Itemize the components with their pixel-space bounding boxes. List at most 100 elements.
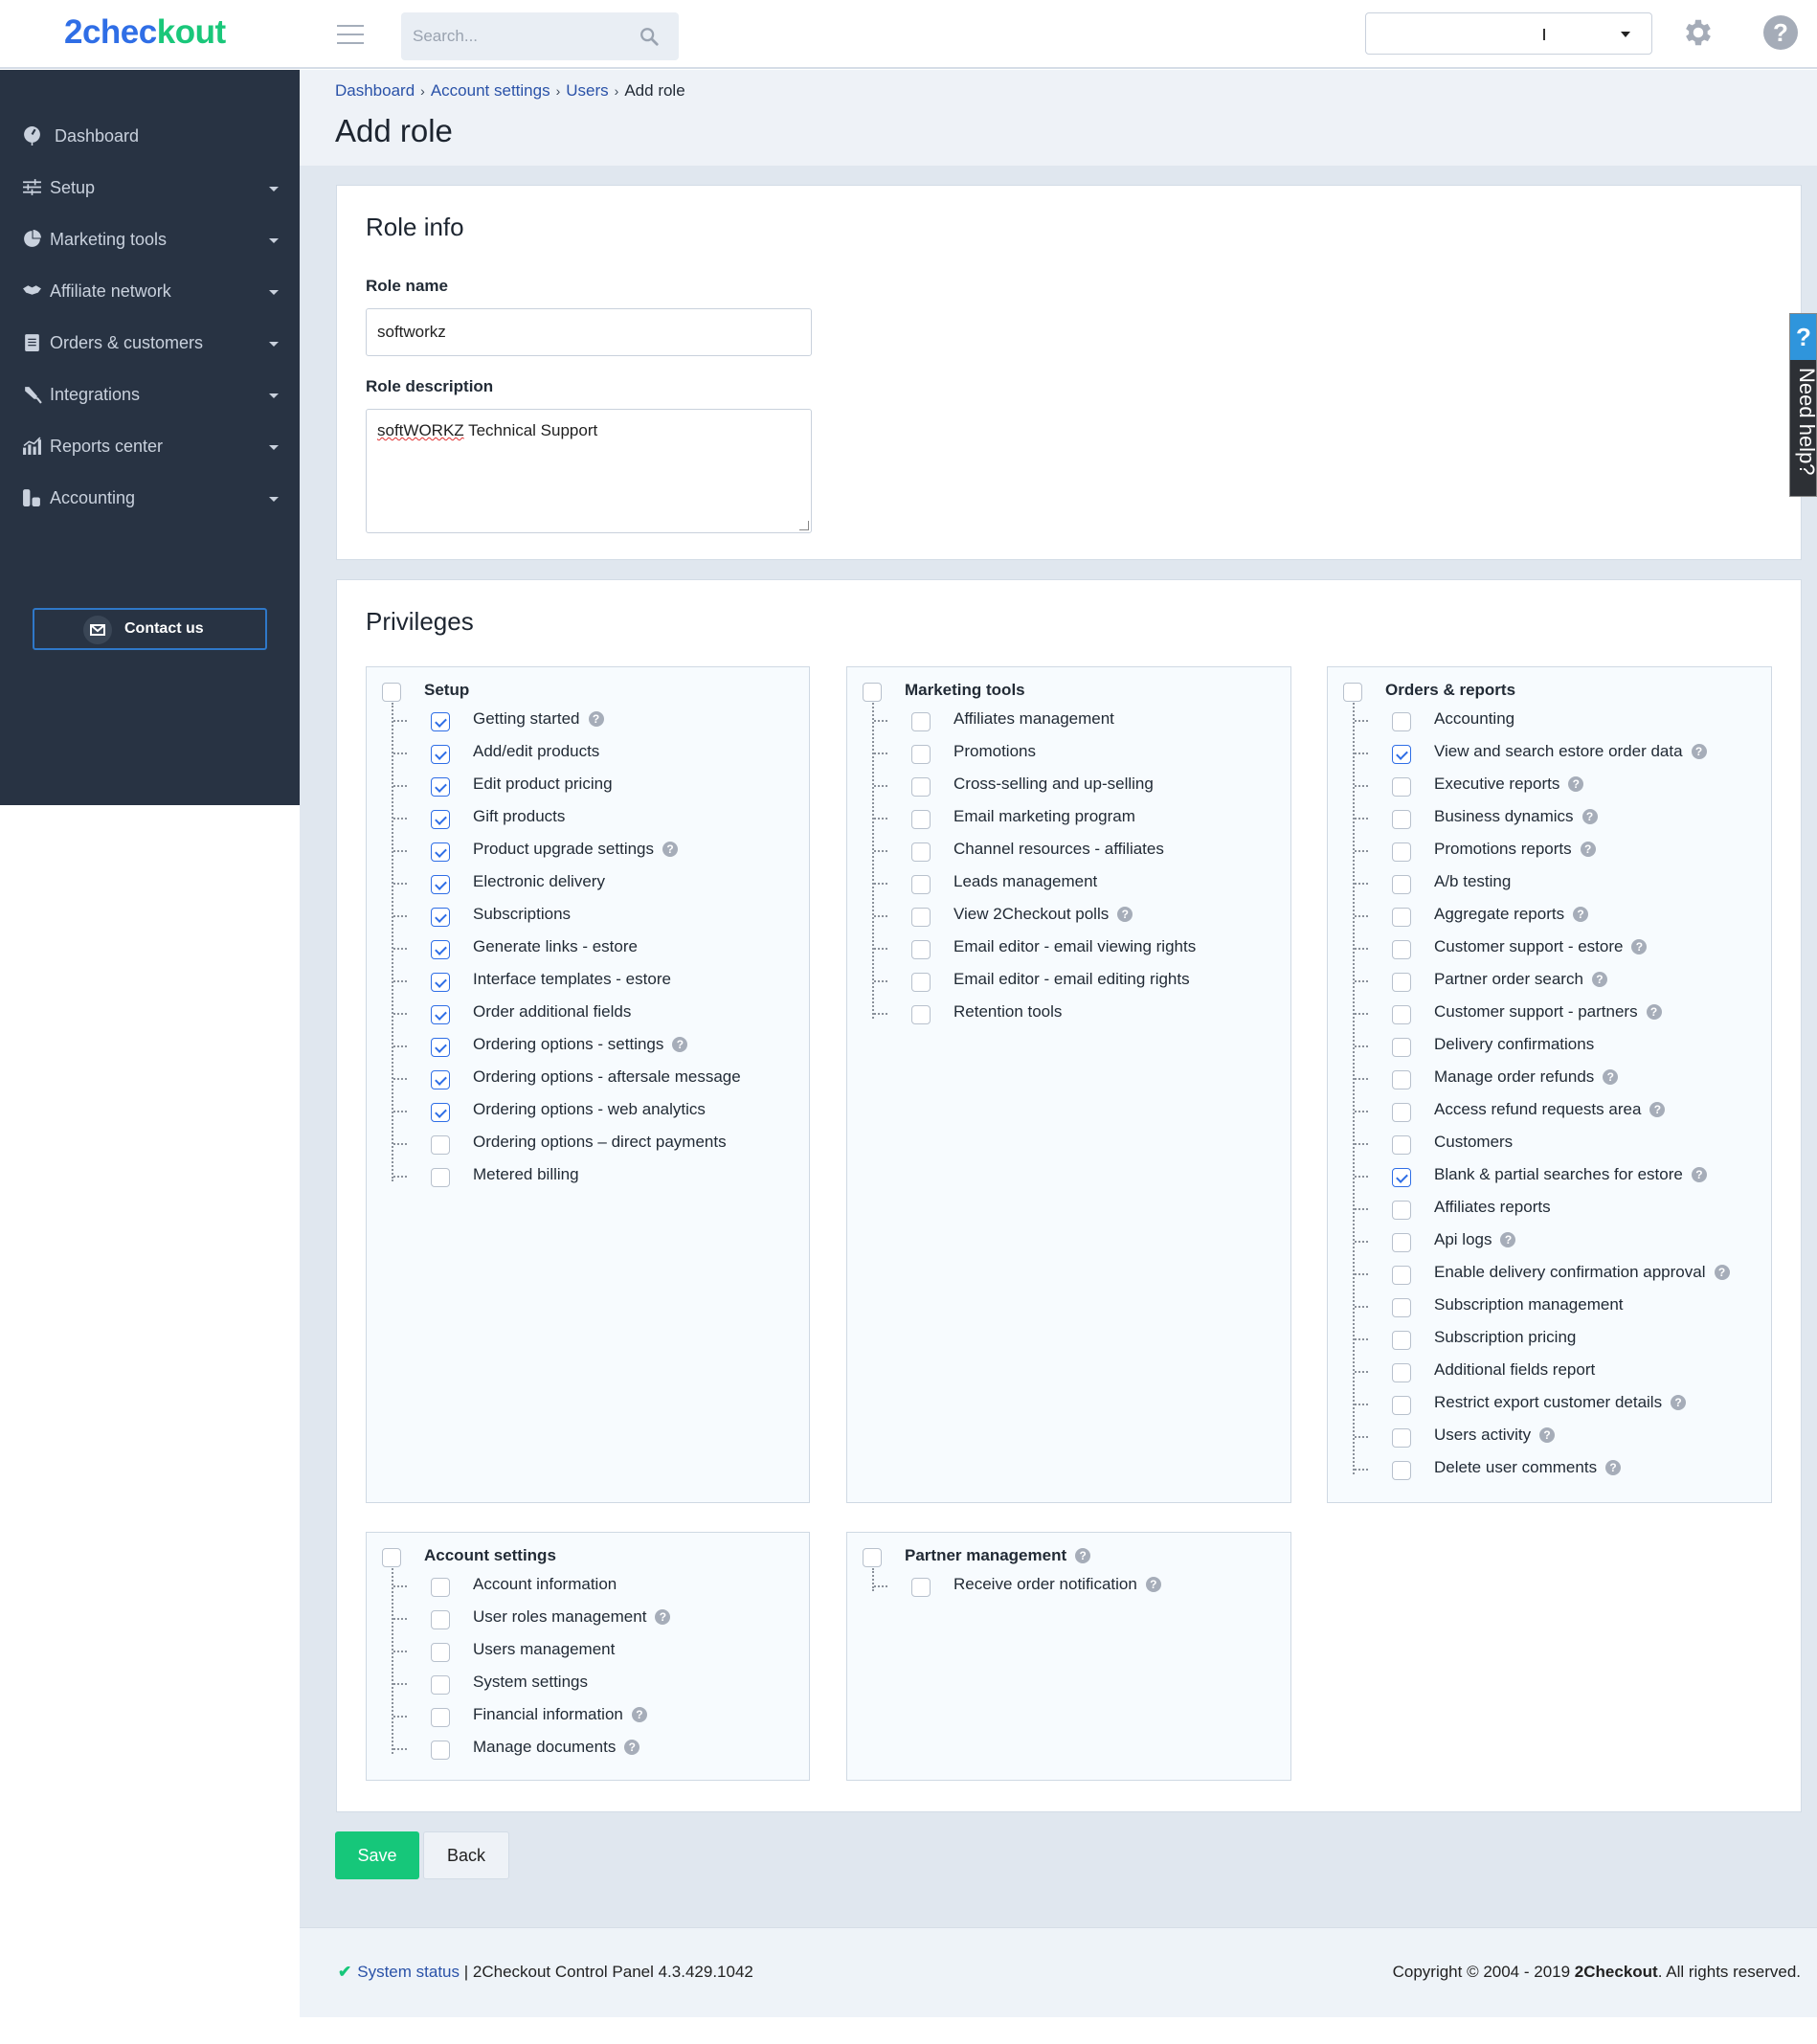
- search-input[interactable]: [401, 12, 621, 60]
- privilege-label[interactable]: Accounting: [1434, 709, 1514, 729]
- privilege-checkbox[interactable]: [1392, 842, 1411, 862]
- sidebar-item-marketing-tools[interactable]: Marketing tools: [0, 215, 300, 263]
- privilege-checkbox[interactable]: [1392, 1461, 1411, 1480]
- privilege-label[interactable]: Subscription pricing: [1434, 1328, 1576, 1347]
- privilege-checkbox[interactable]: [1392, 1070, 1411, 1089]
- privilege-label[interactable]: Promotions reports?: [1434, 840, 1596, 859]
- help-icon[interactable]: ?: [1117, 907, 1133, 922]
- privilege-checkbox[interactable]: [1392, 810, 1411, 829]
- privilege-checkbox[interactable]: [431, 1103, 450, 1122]
- privilege-label[interactable]: Affiliates management: [953, 709, 1114, 729]
- privilege-checkbox[interactable]: [1392, 1298, 1411, 1317]
- group-title[interactable]: Orders & reports: [1385, 681, 1515, 700]
- privilege-label[interactable]: A/b testing: [1434, 872, 1511, 891]
- privilege-label[interactable]: Cross-selling and up-selling: [953, 775, 1154, 794]
- help-icon[interactable]: ?: [624, 1740, 640, 1755]
- privilege-label[interactable]: Generate links - estore: [473, 937, 638, 956]
- privilege-checkbox[interactable]: [1392, 777, 1411, 797]
- privilege-label[interactable]: Users management: [473, 1640, 615, 1659]
- help-icon[interactable]: ?: [1691, 744, 1707, 759]
- privilege-checkbox[interactable]: [1392, 1201, 1411, 1220]
- privilege-checkbox[interactable]: [1392, 1428, 1411, 1448]
- privilege-checkbox[interactable]: [431, 712, 450, 731]
- privilege-label[interactable]: Aggregate reports?: [1434, 905, 1589, 924]
- privilege-label[interactable]: Delivery confirmations: [1434, 1035, 1594, 1054]
- privilege-label[interactable]: Ordering options – direct payments: [473, 1133, 727, 1152]
- privilege-checkbox[interactable]: [431, 940, 450, 959]
- help-icon[interactable]: ?: [1605, 1460, 1622, 1475]
- privilege-label[interactable]: Promotions: [953, 742, 1036, 761]
- privilege-label[interactable]: System settings: [473, 1673, 588, 1692]
- help-icon[interactable]: ?: [1649, 1102, 1666, 1117]
- privilege-checkbox[interactable]: [431, 1135, 450, 1155]
- privilege-label[interactable]: Metered billing: [473, 1165, 579, 1184]
- sidebar-item-integrations[interactable]: Integrations: [0, 371, 300, 418]
- breadcrumb-users[interactable]: Users: [566, 81, 608, 100]
- contact-us-button[interactable]: Contact us: [33, 608, 267, 650]
- privilege-label[interactable]: Email editor - email editing rights: [953, 970, 1190, 989]
- privilege-checkbox[interactable]: [911, 1578, 931, 1597]
- privilege-checkbox[interactable]: [1392, 875, 1411, 894]
- privilege-label[interactable]: Manage order refunds?: [1434, 1067, 1619, 1087]
- group-title[interactable]: Marketing tools: [905, 681, 1025, 700]
- privilege-checkbox[interactable]: [1392, 1396, 1411, 1415]
- breadcrumb-account-settings[interactable]: Account settings: [431, 81, 550, 100]
- sidebar-item-reports-center[interactable]: Reports center: [0, 422, 300, 470]
- privilege-label[interactable]: Email editor - email viewing rights: [953, 937, 1196, 956]
- privilege-label[interactable]: Order additional fields: [473, 1002, 631, 1022]
- help-icon[interactable]: ?: [672, 1037, 688, 1052]
- privilege-label[interactable]: View 2Checkout polls?: [953, 905, 1133, 924]
- privilege-checkbox[interactable]: [911, 712, 931, 731]
- privilege-checkbox[interactable]: [911, 908, 931, 927]
- help-icon[interactable]: ?: [1603, 1069, 1619, 1085]
- privilege-checkbox[interactable]: [431, 1708, 450, 1727]
- group-checkbox[interactable]: [382, 1548, 401, 1567]
- privilege-label[interactable]: Product upgrade settings?: [473, 840, 679, 859]
- privilege-checkbox[interactable]: [1392, 908, 1411, 927]
- need-help-tab[interactable]: ? Need help?: [1789, 313, 1817, 497]
- privilege-label[interactable]: Customer support - partners?: [1434, 1002, 1662, 1022]
- group-title[interactable]: Account settings: [424, 1546, 556, 1565]
- privilege-label[interactable]: Blank & partial searches for estore?: [1434, 1165, 1707, 1184]
- help-icon[interactable]: ?: [1580, 842, 1596, 857]
- sidebar-item-affiliate-network[interactable]: Affiliate network: [0, 267, 300, 315]
- privilege-label[interactable]: Electronic delivery: [473, 872, 605, 891]
- privilege-checkbox[interactable]: [1392, 1038, 1411, 1057]
- privilege-checkbox[interactable]: [1392, 940, 1411, 959]
- help-icon[interactable]: ?: [1573, 907, 1589, 922]
- privilege-checkbox[interactable]: [1392, 1233, 1411, 1252]
- search-icon[interactable]: [639, 26, 660, 47]
- privilege-checkbox[interactable]: [1392, 1005, 1411, 1024]
- privilege-label[interactable]: Getting started?: [473, 709, 604, 729]
- privilege-label[interactable]: Api logs?: [1434, 1230, 1516, 1249]
- help-icon[interactable]: ?: [1671, 1395, 1687, 1410]
- privilege-label[interactable]: Retention tools: [953, 1002, 1062, 1022]
- sidebar-item-setup[interactable]: Setup: [0, 164, 300, 212]
- privilege-checkbox[interactable]: [431, 1578, 450, 1597]
- privilege-label[interactable]: Ordering options - aftersale message: [473, 1067, 741, 1087]
- privilege-label[interactable]: Subscription management: [1434, 1295, 1624, 1314]
- privilege-label[interactable]: Email marketing program: [953, 807, 1135, 826]
- privilege-checkbox[interactable]: [431, 777, 450, 797]
- sidebar-item-orders-customers[interactable]: Orders & customers: [0, 319, 300, 367]
- privilege-label[interactable]: Delete user comments?: [1434, 1458, 1622, 1477]
- help-icon[interactable]: ?: [1763, 15, 1798, 50]
- privilege-label[interactable]: Ordering options - web analytics: [473, 1100, 706, 1119]
- privilege-checkbox[interactable]: [911, 940, 931, 959]
- resize-handle[interactable]: [799, 521, 809, 530]
- privilege-checkbox[interactable]: [1392, 973, 1411, 992]
- privilege-checkbox[interactable]: [1392, 1363, 1411, 1382]
- privilege-label[interactable]: Manage documents?: [473, 1738, 640, 1757]
- privilege-label[interactable]: Subscriptions: [473, 905, 571, 924]
- save-button[interactable]: Save: [335, 1831, 419, 1879]
- privilege-checkbox[interactable]: [431, 1610, 450, 1629]
- privilege-checkbox[interactable]: [431, 1005, 450, 1024]
- privilege-label[interactable]: Restrict export customer details?: [1434, 1393, 1687, 1412]
- help-icon[interactable]: ?: [1500, 1232, 1516, 1247]
- role-name-input[interactable]: [366, 308, 812, 356]
- privilege-checkbox[interactable]: [431, 842, 450, 862]
- help-icon[interactable]: ?: [588, 711, 604, 727]
- privilege-checkbox[interactable]: [1392, 1103, 1411, 1122]
- privilege-checkbox[interactable]: [1392, 745, 1411, 764]
- privilege-label[interactable]: Account information: [473, 1575, 617, 1594]
